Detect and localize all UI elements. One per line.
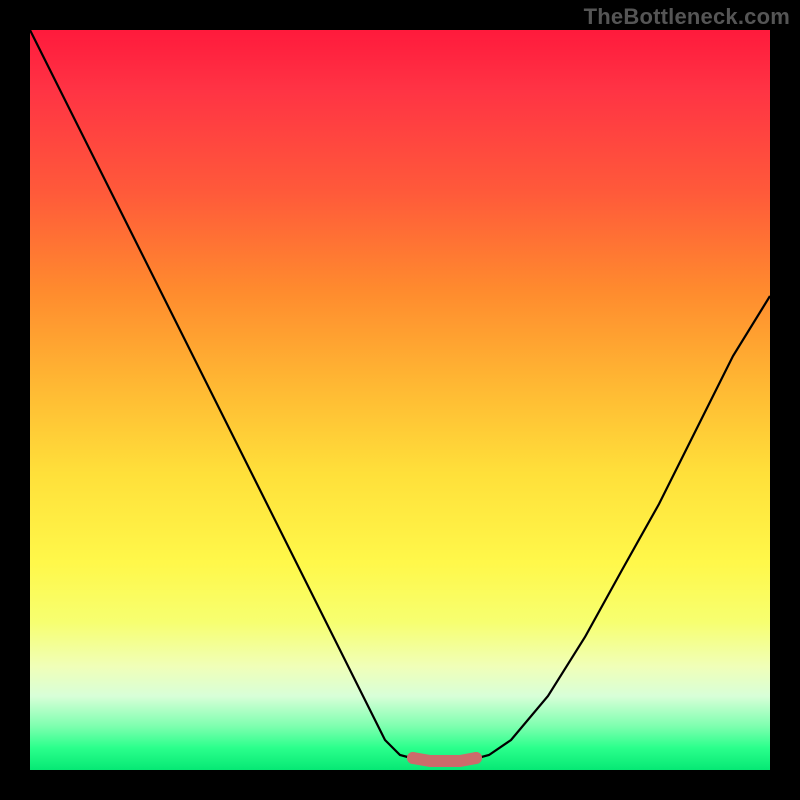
curve-layer — [30, 30, 770, 770]
highlight-band-path — [413, 758, 476, 761]
chart-container: TheBottleneck.com — [0, 0, 800, 800]
curve-left-path — [30, 30, 415, 759]
highlight-endcap-left — [407, 752, 419, 764]
plot-area — [30, 30, 770, 770]
attribution-text: TheBottleneck.com — [584, 4, 790, 30]
curve-right-path — [474, 296, 770, 759]
highlight-endcap-right — [470, 752, 482, 764]
